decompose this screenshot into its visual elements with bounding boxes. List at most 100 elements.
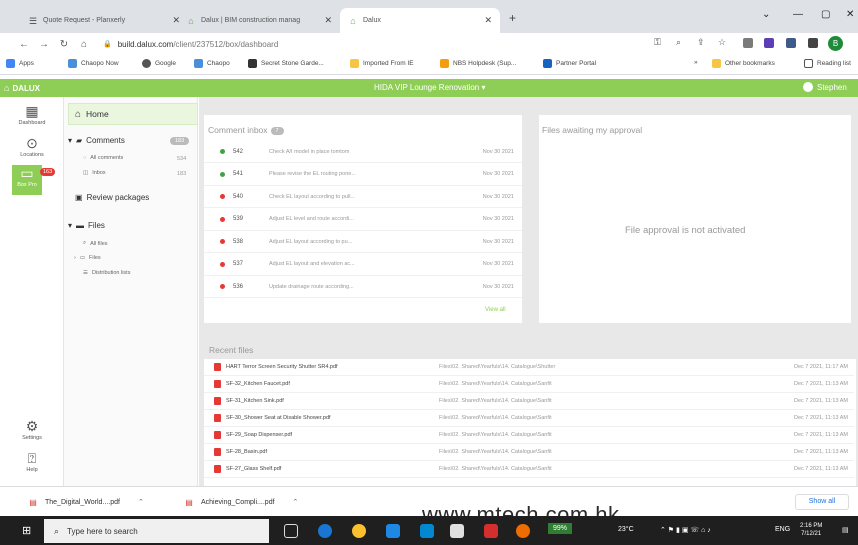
bookmark-partner-portal[interactable]: Partner Portal (543, 59, 596, 68)
extension-icon[interactable] (743, 38, 753, 48)
dalux-logo[interactable]: ⌂ DALUX (4, 81, 40, 95)
app-icon[interactable] (516, 524, 530, 538)
rail-item-box-pro[interactable]: ▭ Box Pro (12, 165, 42, 195)
comment-date: Nov 30 2021 (482, 171, 514, 177)
share-icon[interactable]: ⇪ (697, 37, 705, 48)
user-menu[interactable]: Stephen (803, 82, 847, 92)
battery-indicator[interactable]: 99% (548, 523, 573, 534)
show-all-downloads-button[interactable]: Show all (795, 494, 849, 510)
comment-row[interactable]: 540 Check EL layout according to pull... N… (204, 186, 522, 208)
bookmark-chaopo[interactable]: Chaopo (194, 59, 230, 68)
file-row[interactable]: SF-29_Soap Dispenser.pdf Files\02. Shared… (204, 427, 854, 444)
app-icon[interactable] (386, 524, 400, 538)
file-row[interactable]: SF-31_Kitchen Sink.pdf Files\02. Shared\Y… (204, 393, 854, 410)
extensions-puzzle-icon[interactable] (808, 38, 818, 48)
new-tab-icon[interactable]: + (509, 11, 516, 25)
rail-item-dashboard[interactable]: ▦ Dashboard (0, 103, 64, 126)
profile-avatar[interactable]: B (828, 36, 843, 51)
comment-row[interactable]: 539 Adjust EL level and route accordi... N… (204, 209, 522, 231)
bookmark-chaopo-now[interactable]: Chaopo Now (68, 59, 119, 68)
maximize-window-icon[interactable]: ▢ (821, 9, 830, 20)
download-item[interactable]: ▤ Achieving_Compli....pdf ⌃ (184, 493, 298, 511)
package-icon: ▣ (75, 193, 83, 202)
weather-temperature[interactable]: 23°C (618, 526, 634, 533)
bookmark-apps[interactable]: Apps (6, 59, 34, 68)
close-tab-icon[interactable]: ✕ (324, 15, 332, 26)
comment-row[interactable]: 537 Adjust EL layout and elevation ac... N… (204, 254, 522, 276)
file-row[interactable]: SF-27_Glass Shelf.pdf Files\02. Shared\Ye… (204, 461, 854, 478)
comment-row[interactable]: 542 Check A/I model in place tomtom Nov 30… (204, 141, 522, 163)
windows-start-icon[interactable]: ⊞ (22, 525, 34, 537)
dalux-logo-icon: ⌂ (4, 83, 10, 93)
other-bookmarks[interactable]: Other bookmarks (712, 59, 775, 68)
edge-browser-icon[interactable] (318, 524, 332, 538)
taskbar-search[interactable]: ⌕ Type here to search (44, 519, 269, 543)
project-selector[interactable]: HIDA VIP Lounge Renovation ▾ (374, 83, 486, 92)
forward-arrow-icon[interactable]: → (34, 39, 54, 50)
url-bar[interactable]: 🔒 build.dalux.com/client/237512/box/dash… (103, 36, 663, 52)
bookmark-secret-stone[interactable]: Secret Stone Garde... (248, 59, 324, 68)
home-icon[interactable]: ⌂ (74, 39, 94, 50)
browser-tab-quote-request[interactable]: ☰ Quote Request - Planxerly ✕ (20, 8, 188, 33)
file-row[interactable]: SF-28_Basin.pdf Files\02. Shared\Yearfuls… (204, 444, 854, 461)
acrobat-icon[interactable] (484, 524, 498, 538)
reading-list[interactable]: Reading list (804, 59, 851, 68)
bookmark-google[interactable]: Google (142, 59, 176, 68)
status-dot (220, 149, 225, 154)
task-view-icon[interactable] (284, 524, 298, 538)
comment-row[interactable]: 538 Adjust EL layout according to pu... No… (204, 231, 522, 253)
view-all-link[interactable]: View all (485, 307, 506, 313)
close-tab-icon[interactable]: ✕ (484, 15, 492, 26)
extension-icon[interactable] (786, 38, 796, 48)
bookmark-star-icon[interactable]: ☆ (718, 37, 726, 48)
nav-home[interactable]: ⌂ Home (68, 103, 198, 125)
taskbar-clock[interactable]: 2:16 PM 7/12/21 (800, 522, 822, 538)
input-language[interactable]: ENG (775, 526, 790, 533)
minimize-window-icon[interactable]: — (793, 9, 803, 20)
download-item[interactable]: ▤ The_Digital_World....pdf ⌃ (28, 493, 144, 511)
rail-item-locations[interactable]: ⊙ Locations (0, 135, 64, 158)
nav-files[interactable]: ▾ ▬ Files (68, 221, 105, 230)
nav-inbox[interactable]: ◫ Inbox (83, 170, 106, 176)
zoom-icon[interactable]: ⌕ (676, 37, 681, 48)
app-icon[interactable] (420, 524, 434, 538)
bookmark-folder-imported[interactable]: Imported From IE (350, 59, 414, 68)
comment-row[interactable]: 541 Please revise the EL routing pone... N… (204, 164, 522, 186)
chevron-up-icon[interactable]: ⌃ (138, 498, 144, 506)
comment-row[interactable]: 536 Update drainage route according... Nov… (204, 276, 522, 298)
chevron-up-icon[interactable]: ⌃ (293, 498, 299, 506)
dashboard-icon: ▦ (25, 103, 39, 119)
folder-outline-icon: ▭ (79, 255, 86, 261)
nav-review-packages[interactable]: ▣ Review packages (75, 193, 149, 202)
browser-tab-dalux-bim[interactable]: ⌂ Dalux | BIM construction manag ✕ (178, 8, 340, 33)
key-icon[interactable]: ⚿ (654, 37, 661, 48)
notifications-icon[interactable]: ▤ (842, 526, 849, 534)
file-name: SF-32_Kitchen Faucet.pdf (226, 381, 290, 387)
nav-files-folder[interactable]: › ▭ Files (74, 255, 101, 261)
nav-distribution-lists[interactable]: ☰ Distribution lists (83, 270, 130, 276)
bookmarks-overflow-icon[interactable]: » (694, 59, 698, 66)
file-row[interactable]: HART Terror Screen Security Shutter SR4.… (204, 359, 854, 376)
bookmark-nbs-helpdesk[interactable]: NBS Holpdesk (Sup... (440, 59, 516, 68)
pdf-file-icon (214, 363, 221, 371)
nav-comments[interactable]: ▾ ▰ Comments (68, 136, 125, 145)
back-arrow-icon[interactable]: ← (14, 39, 34, 50)
system-tray-icons[interactable]: ⌃ ⚑ ▮ ▣ ☏ ⌂ ♪ (660, 526, 711, 534)
close-window-icon[interactable]: ✕ (846, 9, 854, 20)
chrome-browser-icon[interactable] (352, 524, 366, 538)
rail-item-help[interactable]: ⍰ Help (0, 450, 64, 473)
comments-icon: ▰ (76, 136, 83, 145)
navigation-panel: ⌂ Home ▾ ▰ Comments 183 ◌ All comments 5… (64, 97, 198, 486)
file-row[interactable]: SF-32_Kitchen Faucet.pdf Files\02. Shared… (204, 376, 854, 393)
nav-all-comments[interactable]: ◌ All comments (83, 155, 123, 161)
status-dot (220, 194, 225, 199)
reload-icon[interactable]: ↻ (54, 39, 74, 50)
tab-search-chevron-icon[interactable]: ⌄ (762, 9, 770, 20)
comment-text: Adjust EL layout and elevation ac... (269, 261, 355, 267)
rail-item-settings[interactable]: ⚙ Settings (0, 418, 64, 441)
browser-tab-dalux[interactable]: ⌂ Dalux ✕ (340, 8, 500, 33)
nav-all-files[interactable]: ⌕ All files (83, 240, 108, 247)
extension-icon[interactable] (764, 38, 774, 48)
file-row[interactable]: SF-30_Shower Seat at Disable Shower.pdf F… (204, 410, 854, 427)
file-explorer-icon[interactable] (450, 524, 464, 538)
